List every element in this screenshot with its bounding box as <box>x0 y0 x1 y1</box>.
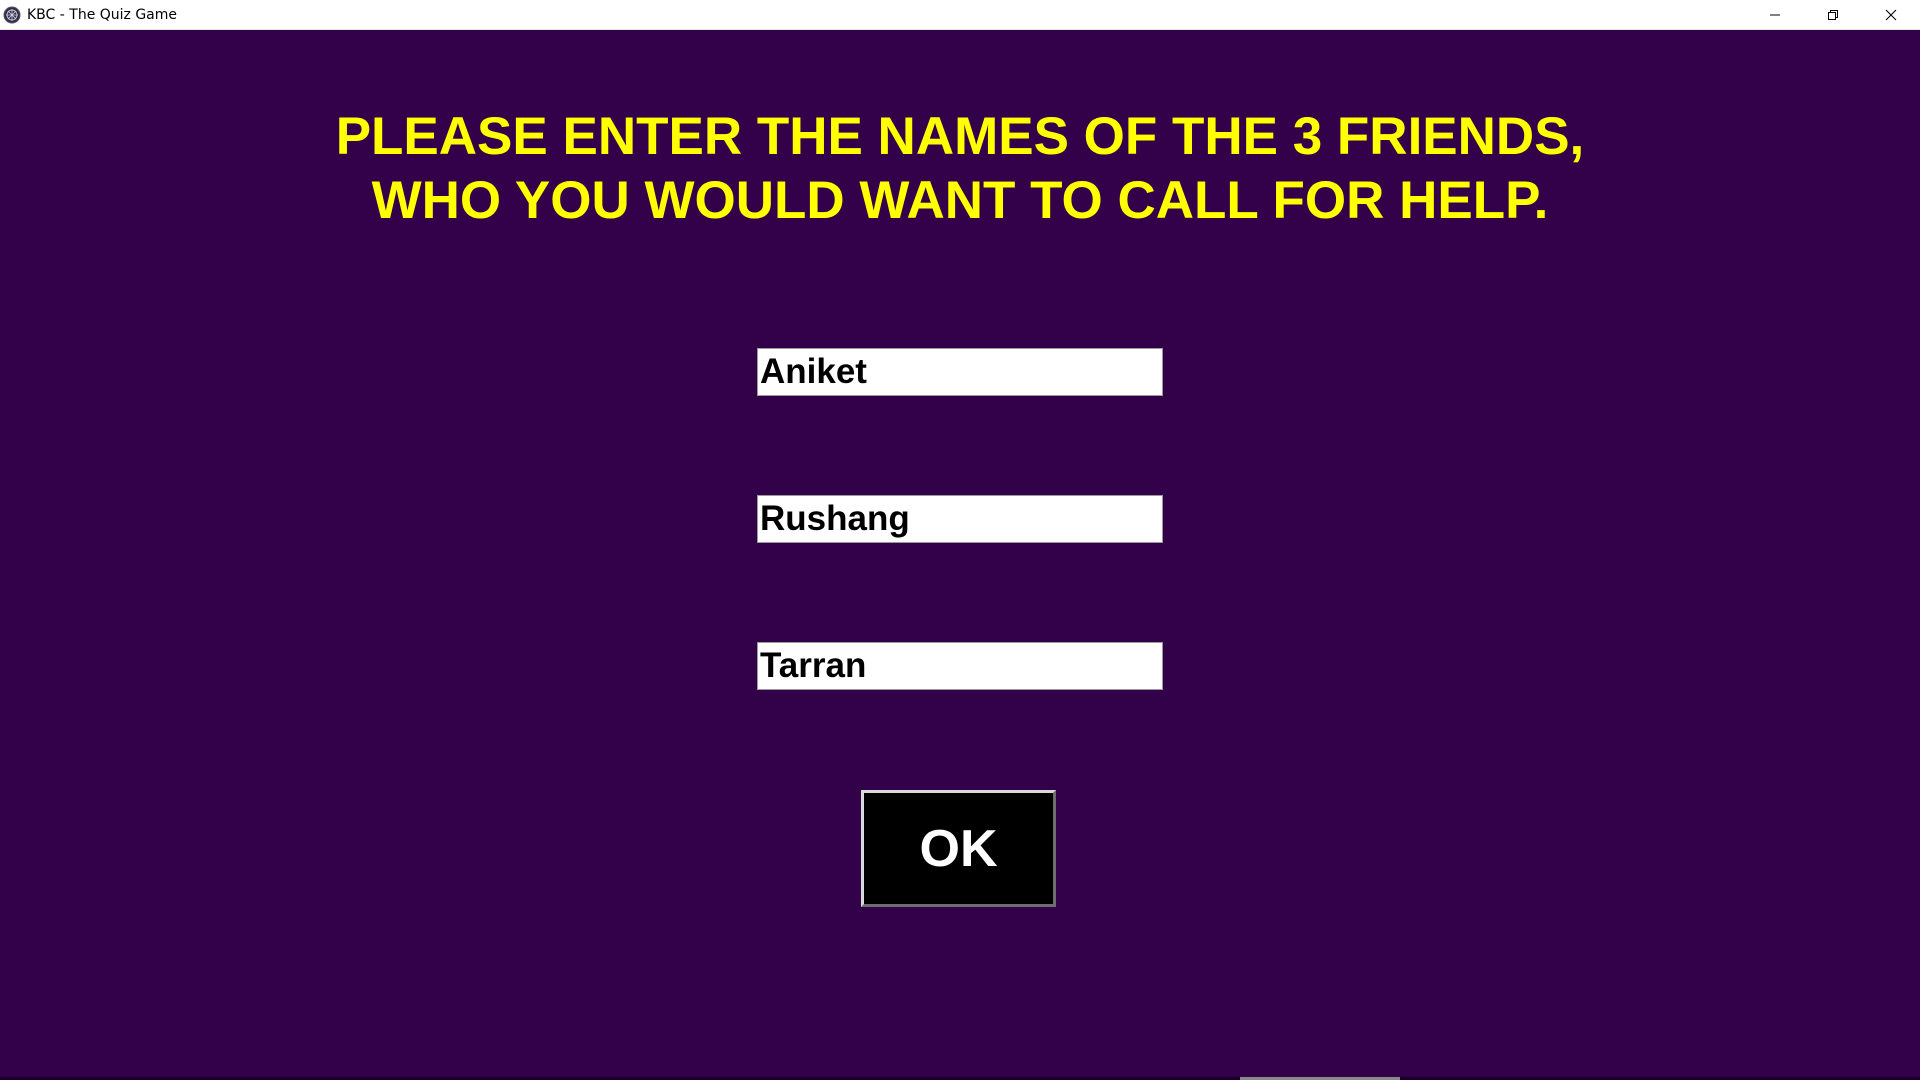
instruction-heading: PLEASE ENTER THE NAMES OF THE 3 FRIENDS,… <box>0 105 1920 233</box>
window-title: KBC - The Quiz Game <box>27 6 178 23</box>
minimize-button[interactable] <box>1746 0 1804 29</box>
friend-3-name-input[interactable] <box>757 642 1163 690</box>
title-bar[interactable]: KBC - The Quiz Game <box>0 0 1920 30</box>
close-button[interactable] <box>1862 0 1920 29</box>
instruction-line-2: WHO YOU WOULD WANT TO CALL FOR HELP. <box>371 171 1549 230</box>
kbc-logo-icon <box>2 5 22 25</box>
friend-1-name-input[interactable] <box>757 348 1163 396</box>
friend-2-name-input[interactable] <box>757 495 1163 543</box>
app-window: KBC - The Quiz Game PLEASE ENTER THE NAM… <box>0 0 1920 1080</box>
instruction-line-1: PLEASE ENTER THE NAMES OF THE 3 FRIENDS, <box>335 107 1585 166</box>
lifeline-friends-screen: PLEASE ENTER THE NAMES OF THE 3 FRIENDS,… <box>0 30 1920 1080</box>
restore-icon <box>1828 9 1838 20</box>
window-controls <box>1746 0 1920 29</box>
close-icon <box>1885 9 1897 20</box>
minimize-icon <box>1770 14 1780 15</box>
ok-button[interactable]: OK <box>861 790 1056 907</box>
restore-button[interactable] <box>1804 0 1862 29</box>
